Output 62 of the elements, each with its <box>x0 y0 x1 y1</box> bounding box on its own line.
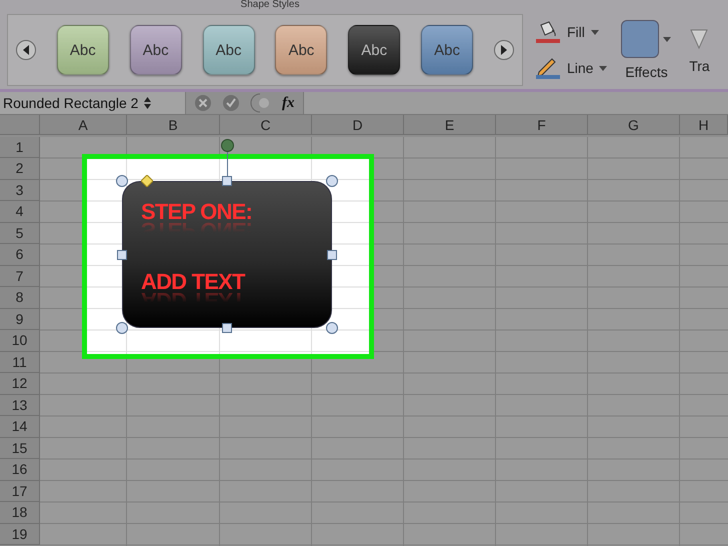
scroll-right-button[interactable] <box>494 40 514 60</box>
row-header[interactable]: 6 <box>0 244 40 266</box>
row-header[interactable]: 14 <box>0 416 40 438</box>
caret-icon <box>663 36 672 42</box>
row-header[interactable]: 7 <box>0 266 40 287</box>
confirm-icon[interactable] <box>222 94 240 112</box>
row-header[interactable]: 11 <box>0 352 40 373</box>
row-header[interactable]: 15 <box>0 438 40 459</box>
resize-handle[interactable] <box>117 250 127 260</box>
scroll-left-button[interactable] <box>16 40 36 60</box>
line-button[interactable]: Line <box>535 57 608 79</box>
row-header[interactable]: 19 <box>0 524 40 545</box>
row-header[interactable]: 10 <box>0 330 40 352</box>
column-header[interactable]: D <box>312 115 404 135</box>
fill-button[interactable]: Fill <box>535 21 608 43</box>
function-toggle-icon[interactable] <box>250 93 272 113</box>
style-swatch[interactable]: Abc <box>202 25 255 75</box>
row-header[interactable]: 8 <box>0 287 40 308</box>
row-header[interactable]: 12 <box>0 373 40 394</box>
paint-bucket-icon <box>535 21 561 43</box>
column-header[interactable]: B <box>127 115 220 135</box>
effects-button[interactable]: Effects <box>621 20 672 80</box>
caret-icon <box>590 30 599 34</box>
row-header[interactable]: 9 <box>0 308 40 330</box>
caret-icon <box>599 66 608 70</box>
function-button[interactable]: fx <box>282 94 294 112</box>
row-header[interactable]: 17 <box>0 480 40 502</box>
stepper-icon <box>144 97 152 109</box>
resize-handle[interactable] <box>222 323 232 333</box>
resize-handle[interactable] <box>327 250 337 260</box>
ribbon-label[interactable]: Tra <box>689 58 710 74</box>
style-swatch[interactable]: Abc <box>421 25 474 75</box>
rounded-rectangle-shape[interactable]: STEP ONE: ADD TEXT <box>122 181 332 328</box>
column-header[interactable]: C <box>220 115 312 135</box>
row-header[interactable]: 13 <box>0 394 40 416</box>
row-header[interactable]: 16 <box>0 459 40 480</box>
pencil-icon <box>535 57 561 79</box>
row-header[interactable]: 4 <box>0 201 40 222</box>
row-header[interactable]: 3 <box>0 180 40 201</box>
effects-swatch-icon <box>621 20 660 58</box>
style-swatch[interactable]: Abc <box>56 25 109 75</box>
column-header[interactable]: A <box>40 115 127 135</box>
adjust-handle[interactable] <box>141 175 153 187</box>
row-header[interactable]: 2 <box>0 158 40 180</box>
column-header[interactable]: E <box>404 115 496 135</box>
column-header[interactable]: F <box>496 115 588 135</box>
group-title: Shape Styles <box>240 0 300 11</box>
style-swatch[interactable]: Abc <box>275 25 328 75</box>
row-header[interactable]: 5 <box>0 222 40 244</box>
style-swatch[interactable]: Abc <box>348 25 400 75</box>
left-triangle-icon <box>22 45 30 55</box>
right-triangle-icon <box>500 45 508 55</box>
name-box[interactable]: Rounded Rectangle 2 <box>0 92 186 114</box>
shape-text: STEP ONE: <box>141 200 252 224</box>
shape-text: ADD TEXT <box>141 270 245 294</box>
row-header[interactable]: 1 <box>0 136 40 158</box>
resize-handle[interactable] <box>222 176 232 186</box>
column-header[interactable]: G <box>588 115 680 135</box>
cancel-icon[interactable] <box>194 94 212 112</box>
column-header[interactable]: H <box>680 115 728 135</box>
style-swatch[interactable]: Abc <box>130 25 182 75</box>
row-header[interactable]: 18 <box>0 502 40 524</box>
